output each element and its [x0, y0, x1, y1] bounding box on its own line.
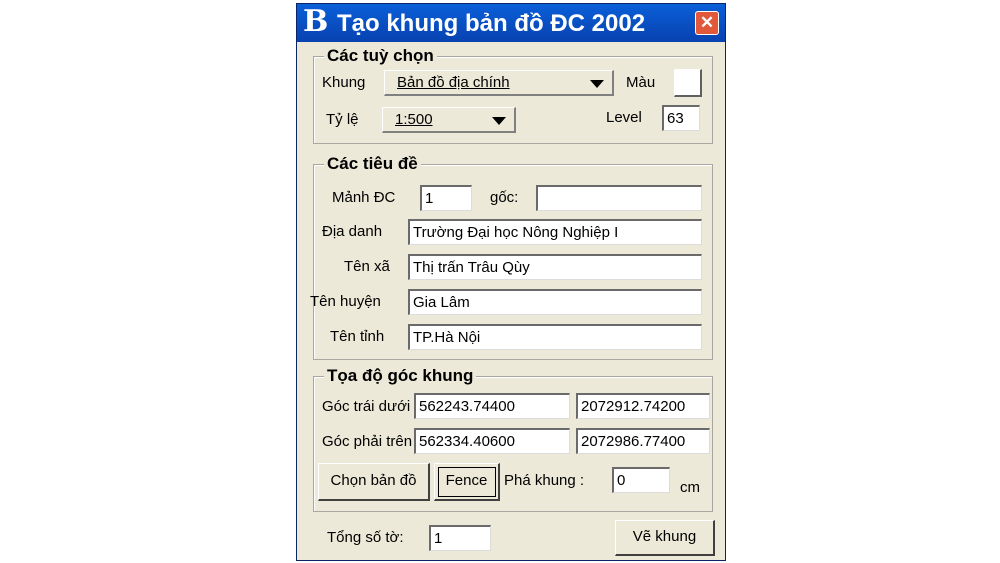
scale-select-value: 1:500: [395, 111, 433, 128]
province-label: Tên tỉnh: [330, 328, 385, 345]
options-group: Các tuỳ chọn Khung Bản đồ địa chính Màu …: [313, 46, 713, 144]
frame-select-value: Bản đồ địa chính: [397, 74, 510, 91]
choose-map-button[interactable]: Chọn bản đồ: [318, 463, 430, 501]
top-right-label: Góc phải trên: [322, 433, 413, 450]
level-label: Level: [606, 109, 642, 126]
bottom-left-y-input[interactable]: 2072912.74200: [576, 393, 710, 419]
title-bar[interactable]: B Tạo khung bản đồ ĐC 2002 ✕: [297, 4, 725, 42]
top-right-x-input[interactable]: 562334.40600: [414, 428, 570, 454]
level-input[interactable]: 63: [662, 105, 700, 131]
commune-label: Tên xã: [344, 258, 390, 275]
bottom-left-label: Góc trái dưới: [322, 398, 411, 415]
unit-label: cm: [680, 479, 700, 496]
chevron-down-icon: [492, 117, 506, 125]
place-label: Địa danh: [322, 223, 383, 240]
options-group-title: Các tuỳ chọn: [324, 46, 437, 66]
coords-group: Tọa độ góc khung Góc trái dưới 562243.74…: [313, 366, 713, 512]
total-sheets-label: Tổng số tờ:: [327, 529, 404, 546]
origin-label: gốc:: [490, 189, 519, 206]
chevron-down-icon: [590, 80, 604, 88]
dialog-window: B Tạo khung bản đồ ĐC 2002 ✕ Các tuỳ chọ…: [296, 3, 726, 561]
titles-group: Các tiêu đề Mảnh ĐC 1 gốc: Địa danh Trườ…: [310, 154, 713, 360]
window-title: Tạo khung bản đồ ĐC 2002: [337, 10, 646, 37]
titles-group-title: Các tiêu đề: [324, 154, 421, 174]
break-frame-label: Phá khung :: [504, 472, 585, 489]
close-button[interactable]: ✕: [695, 11, 719, 35]
color-swatch-button[interactable]: [674, 69, 702, 97]
app-logo-icon: B: [303, 4, 329, 39]
coords-group-title: Tọa độ góc khung: [324, 366, 477, 386]
bottom-left-x-input[interactable]: 562243.74400: [414, 393, 570, 419]
district-label: Tên huyện: [310, 293, 381, 310]
province-input[interactable]: TP.Hà Nội: [408, 324, 702, 350]
origin-input[interactable]: [536, 185, 702, 211]
break-frame-input[interactable]: 0: [612, 467, 670, 493]
sheet-input[interactable]: 1: [420, 185, 472, 211]
total-sheets-input[interactable]: 1: [429, 525, 491, 551]
commune-input[interactable]: Thị trấn Trâu Qùy: [408, 254, 702, 280]
draw-frame-button[interactable]: Vẽ khung: [615, 520, 715, 556]
close-icon: ✕: [699, 13, 715, 32]
color-label: Màu: [626, 74, 656, 91]
scale-select[interactable]: 1:500: [382, 107, 516, 133]
district-input[interactable]: Gia Lâm: [408, 289, 702, 315]
top-right-y-input[interactable]: 2072986.77400: [576, 428, 710, 454]
place-input[interactable]: Trường Đại học Nông Nghiệp I: [408, 219, 702, 245]
frame-label: Khung: [322, 74, 366, 91]
fence-button[interactable]: Fence: [434, 463, 500, 501]
sheet-label: Mảnh ĐC: [332, 189, 396, 206]
scale-label: Tỷ lệ: [326, 111, 359, 128]
frame-select[interactable]: Bản đồ địa chính: [384, 70, 614, 96]
